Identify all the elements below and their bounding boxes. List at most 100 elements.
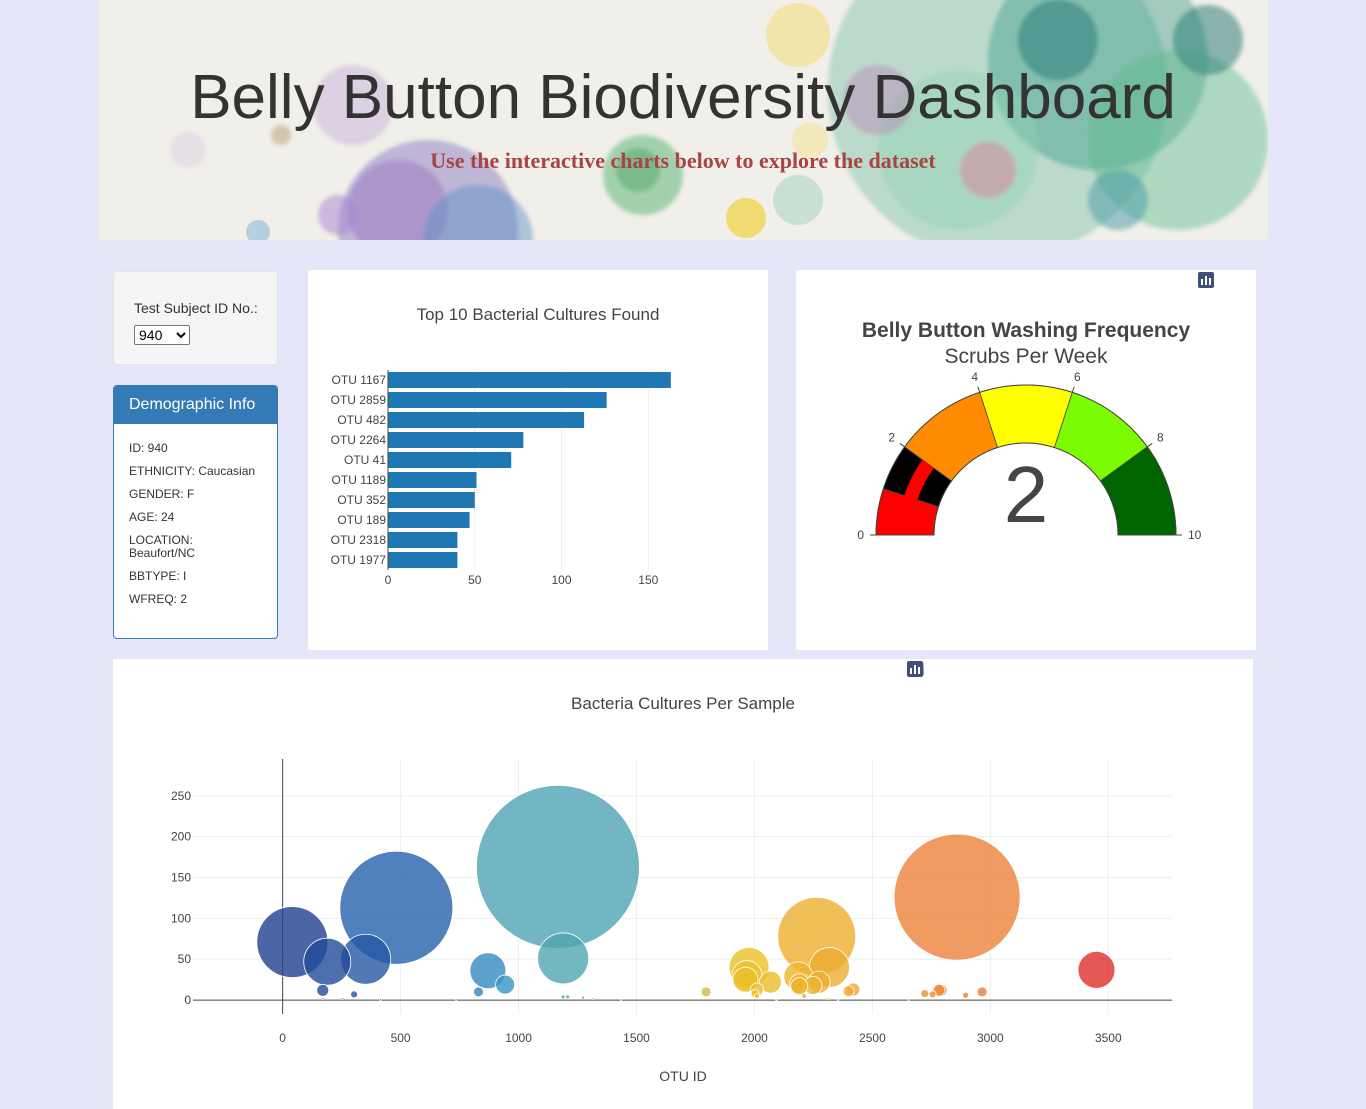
zoom-in-icon[interactable] bbox=[908, 661, 1051, 681]
bubble-point bbox=[581, 995, 585, 1000]
page-subtitle: Use the interactive charts below to expl… bbox=[430, 148, 936, 173]
bubble-y-tick-label: 100 bbox=[171, 911, 191, 925]
subject-id-dropdown[interactable]: 940 bbox=[134, 325, 190, 345]
bubble-chart-title: Bacteria Cultures Per Sample bbox=[571, 694, 795, 713]
demographic-row-gender: GENDER: F bbox=[129, 487, 195, 501]
bubble-point bbox=[893, 833, 1021, 961]
bubble-x-tick-label: 2500 bbox=[859, 1031, 886, 1045]
gauge-tick bbox=[1147, 442, 1153, 448]
bar-category-label: OTU 352 bbox=[337, 493, 386, 507]
bubble-x-tick-label: 1000 bbox=[505, 1031, 532, 1045]
demographic-row-id: ID: 940 bbox=[129, 441, 168, 455]
bubble-x-axis-title: OTU ID bbox=[659, 1068, 706, 1084]
demographic-row-location: LOCATION: Beaufort/NC bbox=[129, 533, 196, 560]
bubble-point bbox=[350, 990, 359, 999]
spike-lines-icon[interactable] bbox=[909, 661, 1147, 681]
bubble-point bbox=[495, 974, 516, 995]
box-select-icon[interactable] bbox=[908, 661, 1003, 681]
bubble-point bbox=[341, 997, 344, 1000]
hover-closest-icon[interactable] bbox=[908, 661, 1171, 681]
bubble-point bbox=[321, 997, 325, 1000]
bubble-point bbox=[476, 784, 640, 949]
bubble-point bbox=[700, 986, 712, 998]
bubble-chart: Bacteria Cultures Per Sample0 500 1000 1500… bbox=[171, 694, 1172, 1084]
bar-otu-352 bbox=[388, 492, 475, 508]
bubble-point bbox=[537, 932, 590, 985]
bubble-x-tick-label: 1500 bbox=[623, 1031, 650, 1045]
bubble-point bbox=[591, 997, 595, 1000]
demographic-row-age: AGE: 24 bbox=[129, 510, 175, 524]
bar-category-label: OTU 1189 bbox=[332, 473, 387, 487]
bar-category-label: OTU 2264 bbox=[331, 433, 387, 447]
plotly-logo-icon[interactable] bbox=[907, 661, 1219, 681]
bubble-point bbox=[920, 989, 930, 998]
bar-category-label: OTU 1977 bbox=[331, 553, 387, 567]
bar-chart: Top 10 Bacterial Cultures Found 0 50 100 150… bbox=[331, 305, 671, 587]
header-banner: Belly Button Biodiversity Dashboard Use … bbox=[98, 0, 1268, 240]
gauge-subtitle: Scrubs Per Week bbox=[944, 345, 1108, 368]
gauge-chart-container: Belly Button Washing Frequency Scrubs Per… bbox=[796, 270, 1256, 650]
gauge-value-number: 2 bbox=[1004, 450, 1049, 539]
gauge-title: Belly Button Washing Frequency bbox=[862, 319, 1191, 342]
bar-x-tick-label: 150 bbox=[638, 573, 658, 587]
demographic-row-ethnicity: ETHNICITY: Caucasian bbox=[129, 464, 256, 478]
bubble-y-tick-label: 50 bbox=[178, 952, 192, 966]
bubble-point bbox=[303, 937, 352, 986]
hover-compare-icon[interactable] bbox=[908, 661, 1195, 681]
bubble-point bbox=[1077, 950, 1116, 989]
bubble-point bbox=[976, 986, 988, 998]
bar-otu-2264 bbox=[388, 432, 524, 448]
bubble-point bbox=[790, 977, 809, 996]
bubble-y-tick-label: 150 bbox=[171, 871, 191, 885]
bubble-point bbox=[801, 993, 808, 999]
gauge-tick-label: 10 bbox=[1188, 528, 1202, 542]
gauge-tick-label: 2 bbox=[888, 430, 895, 444]
plotly-logo-icon[interactable] bbox=[1198, 272, 1246, 292]
bar-otu-2859 bbox=[388, 392, 607, 408]
zoom-out-icon[interactable] bbox=[908, 661, 1075, 681]
bar-category-label: OTU 482 bbox=[337, 413, 386, 427]
demographic-row-wfreq: WFREQ: 2 bbox=[129, 592, 188, 606]
gauge-modebar bbox=[1198, 272, 1246, 292]
bubble-chart-container: Bacteria Cultures Per Sample 0 500 1000 1500… bbox=[113, 659, 1253, 1109]
gauge-tick-label: 0 bbox=[857, 528, 864, 542]
autoscale-icon[interactable] bbox=[908, 661, 1099, 681]
bar-otu-41 bbox=[388, 452, 512, 468]
bar-chart-title: Top 10 Bacterial Cultures Found bbox=[417, 305, 660, 324]
bubble-point bbox=[842, 985, 855, 998]
bubble-point bbox=[619, 997, 623, 1001]
bubble-x-tick-label: 3500 bbox=[1095, 1031, 1122, 1045]
bubble-point bbox=[316, 983, 330, 997]
bubble-point bbox=[565, 994, 571, 1000]
bar-otu-2318 bbox=[388, 532, 458, 548]
bubble-point bbox=[473, 986, 484, 998]
demographic-row-bbtype: BBTYPE: I bbox=[129, 569, 187, 583]
bubble-y-tick-label: 200 bbox=[171, 830, 191, 844]
bar-otu-1189 bbox=[388, 472, 477, 488]
bubble-point bbox=[560, 994, 566, 1000]
bubble-point bbox=[774, 997, 778, 1001]
gauge-tick-label: 8 bbox=[1157, 430, 1164, 444]
bar-category-label: OTU 41 bbox=[344, 453, 386, 467]
bubble-point bbox=[907, 997, 911, 1001]
bar-otu-482 bbox=[388, 412, 585, 428]
bar-otu-1167 bbox=[388, 372, 671, 388]
bubble-point bbox=[836, 997, 840, 1001]
subject-selector-label: Test Subject ID No.: bbox=[134, 300, 258, 316]
bubble-x-tick-label: 0 bbox=[279, 1031, 286, 1045]
gauge-chart: Belly Button Washing Frequency Scrubs Per… bbox=[857, 319, 1202, 542]
lasso-select-icon[interactable] bbox=[909, 661, 1027, 681]
demographic-info-body: ID: 940 ETHNICITY: Caucasian GENDER: F A… bbox=[114, 424, 277, 606]
reset-axes-icon[interactable] bbox=[908, 661, 1123, 681]
gauge-tick bbox=[977, 386, 981, 393]
gauge-tick-label: 6 bbox=[1074, 370, 1081, 384]
zoom-icon[interactable] bbox=[908, 661, 955, 681]
demographic-info-panel: Demographic Info ID: 940 ETHNICITY: Cauc… bbox=[113, 385, 278, 639]
bar-x-tick-label: 0 bbox=[385, 573, 392, 587]
pan-icon[interactable] bbox=[908, 661, 979, 681]
gauge-tick bbox=[1071, 386, 1075, 393]
demographic-info-heading: Demographic Info bbox=[114, 386, 277, 424]
page-title: Belly Button Biodiversity Dashboard bbox=[190, 63, 1176, 132]
bubble-point bbox=[754, 993, 760, 999]
bubble-point bbox=[928, 990, 937, 999]
